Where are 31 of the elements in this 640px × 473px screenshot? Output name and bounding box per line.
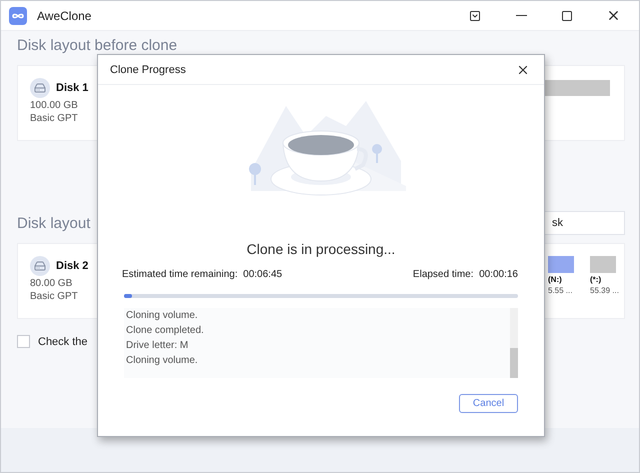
disk-type: Basic GPT — [30, 291, 79, 302]
log-line: Cloning volume. — [126, 354, 199, 368]
partition-size: 5.55 ... — [548, 286, 572, 295]
remaining-time: Estimated time remaining: 00:06:45 — [122, 269, 282, 280]
disk-name: Disk 2 — [56, 260, 88, 272]
cancel-button[interactable]: Cancel — [459, 394, 518, 413]
hard-drive-icon — [30, 78, 50, 98]
elapsed-time: Elapsed time: 00:00:16 — [412, 269, 518, 280]
section-title: Disk layout before clone — [17, 36, 178, 54]
partition-label: (*:) — [590, 275, 602, 284]
partition-label: (N:) — [548, 275, 562, 284]
checkbox[interactable] — [17, 335, 30, 348]
dropdown-icon — [469, 10, 481, 22]
app-logo-icon — [9, 6, 27, 24]
log-line: Drive letter: M — [126, 339, 190, 353]
scrollbar[interactable] — [510, 308, 518, 378]
log-line: Clone completed. — [126, 324, 205, 338]
section-title: Disk layout — [17, 214, 90, 232]
partition-size: 55.39 ... — [590, 286, 619, 295]
hard-drive-icon — [30, 256, 50, 276]
window-title: AweClone — [37, 8, 92, 22]
maximize-icon — [561, 10, 573, 22]
disk-size: 100.00 GB — [30, 100, 79, 111]
log-line: Cloning volume. — [126, 309, 199, 323]
minimize-icon — [516, 15, 526, 16]
disk-size: 80.00 GB — [30, 278, 74, 289]
dialog-title: Clone Progress — [110, 64, 186, 76]
status-text: Clone is in processing... — [246, 241, 396, 257]
checkbox-label: Check the — [38, 336, 88, 348]
disk-name: Disk 1 — [56, 82, 88, 94]
disk-type: Basic GPT — [30, 113, 79, 124]
